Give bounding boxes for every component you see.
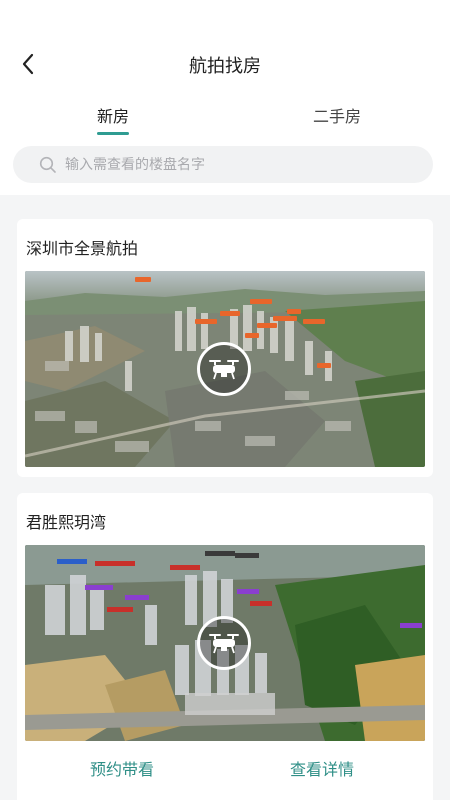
active-tab-indicator — [97, 132, 129, 135]
aerial-card-junsheng: 君胜熙玥湾 预约带看 查看详情 — [17, 493, 433, 800]
aerial-image[interactable] — [25, 545, 425, 741]
card-title: 君胜熙玥湾 — [26, 513, 107, 532]
aerial-card-shenzhen: 深圳市全景航拍 — [17, 219, 433, 477]
search-icon — [39, 156, 56, 173]
drone-icon — [209, 360, 239, 380]
card-title: 深圳市全景航拍 — [26, 239, 139, 258]
header: 航拍找房 新房 二手房 — [0, 0, 450, 195]
search-input[interactable] — [65, 156, 395, 173]
view-details-button[interactable]: 查看详情 — [290, 756, 354, 780]
drone-icon — [209, 634, 239, 654]
tab-bar: 新房 二手房 — [0, 103, 450, 135]
search-bar[interactable] — [13, 146, 433, 183]
tab-new-homes[interactable]: 新房 — [53, 103, 173, 127]
reserve-viewing-button[interactable]: 预约带看 — [90, 756, 154, 780]
aerial-image[interactable] — [25, 271, 425, 467]
drone-play-button[interactable] — [197, 616, 251, 670]
page-title: 航拍找房 — [189, 56, 261, 77]
tab-second-hand[interactable]: 二手房 — [277, 103, 397, 127]
drone-play-button[interactable] — [197, 342, 251, 396]
card-actions: 预约带看 查看详情 — [17, 756, 433, 786]
